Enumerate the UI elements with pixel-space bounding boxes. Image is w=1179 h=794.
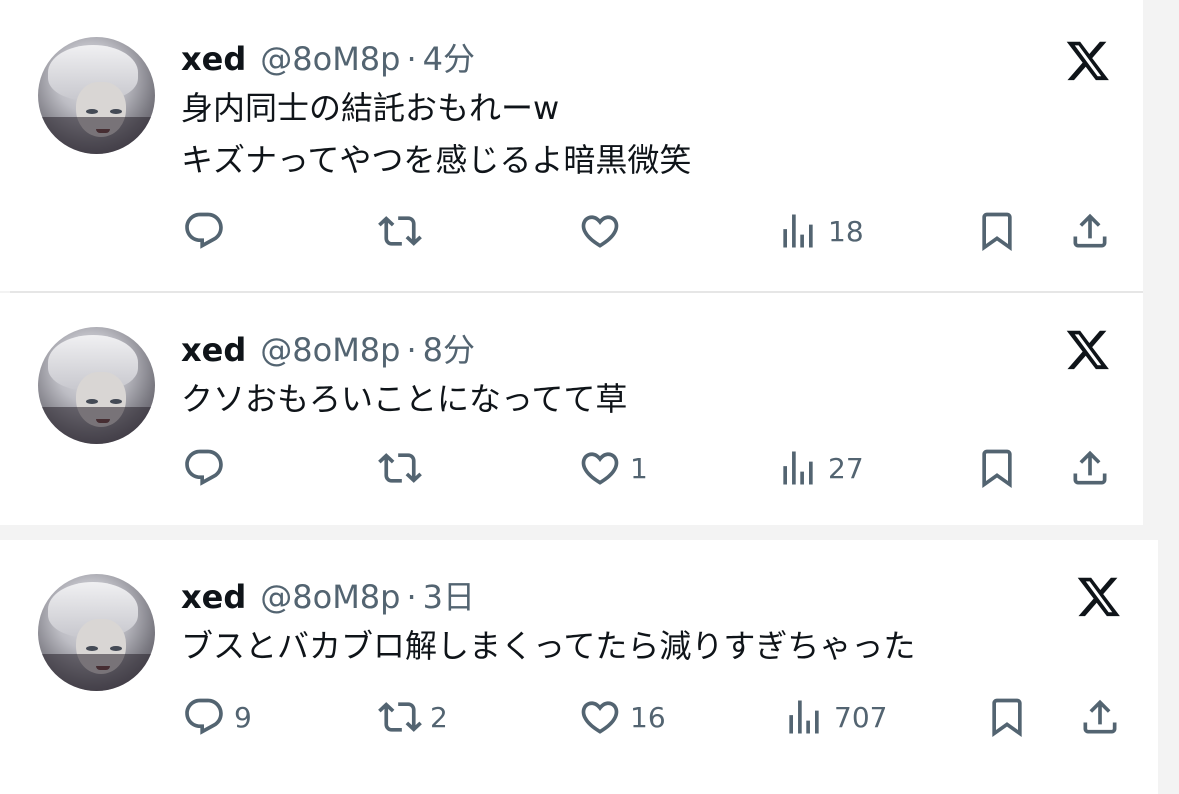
heart-icon <box>581 701 619 734</box>
retweet-icon <box>378 216 422 246</box>
bookmark-icon <box>982 212 1012 252</box>
separator-dot: · <box>406 40 417 78</box>
retweet-icon <box>378 453 422 483</box>
x-logo-icon <box>1066 41 1109 81</box>
reply-count: 9 <box>234 700 252 734</box>
tweet-header: xed @8oM8p · 8分 <box>181 325 475 369</box>
timestamp[interactable]: 3日 <box>423 572 475 618</box>
like-count: 1 <box>630 451 648 485</box>
display-name[interactable]: xed <box>181 331 246 369</box>
views-bar-chart-icon <box>783 451 813 485</box>
retweet-button[interactable]: 2 <box>378 692 448 742</box>
user-handle[interactable]: @8oM8p <box>260 40 400 78</box>
tweet-header: xed @8oM8p · 3日 <box>181 572 475 616</box>
tweet-3[interactable]: xed @8oM8p · 3日 ブスとバカブロ解しまくってたら減りすぎちゃった … <box>0 540 1158 794</box>
like-button[interactable] <box>578 206 630 256</box>
tweet-1[interactable]: xed @8oM8p · 4分 身内同士の結託おもれーw キズナってやつを感じる… <box>0 0 1143 291</box>
avatar[interactable] <box>38 327 155 444</box>
bookmark-button[interactable] <box>975 443 1019 493</box>
display-name[interactable]: xed <box>181 578 246 616</box>
views-button[interactable]: 18 <box>776 206 864 256</box>
share-button[interactable] <box>1078 692 1122 742</box>
retweet-button[interactable] <box>378 443 430 493</box>
separator-dot: · <box>406 331 417 369</box>
views-button[interactable]: 27 <box>776 443 864 493</box>
view-count: 707 <box>834 700 888 734</box>
display-name[interactable]: xed <box>181 40 246 78</box>
reply-button[interactable] <box>182 443 234 493</box>
x-logo-icon <box>1066 330 1109 370</box>
retweet-count: 2 <box>430 700 448 734</box>
reply-button[interactable] <box>182 206 234 256</box>
views-bar-chart-icon <box>783 214 813 248</box>
share-button[interactable] <box>1068 443 1112 493</box>
view-count: 27 <box>828 451 864 485</box>
share-icon <box>1073 213 1107 248</box>
separator-dot: · <box>406 578 417 616</box>
timestamp[interactable]: 8分 <box>423 325 475 371</box>
bookmark-icon <box>992 698 1022 738</box>
reply-button[interactable]: 9 <box>182 692 252 742</box>
action-bar: 18 <box>0 206 1143 256</box>
action-bar: 9 2 16 707 <box>0 692 1143 742</box>
heart-icon <box>581 215 619 248</box>
tweet-header: xed @8oM8p · 4分 <box>181 34 475 78</box>
bookmark-button[interactable] <box>975 206 1019 256</box>
bookmark-button[interactable] <box>985 692 1029 742</box>
x-logo-icon <box>1077 577 1120 617</box>
user-handle[interactable]: @8oM8p <box>260 331 400 369</box>
reply-icon <box>185 449 223 486</box>
tweet-feed: xed @8oM8p · 4分 身内同士の結託おもれーw キズナってやつを感じる… <box>0 0 1179 794</box>
share-icon <box>1073 450 1107 485</box>
views-bar-chart-icon <box>789 700 819 734</box>
timestamp[interactable]: 4分 <box>423 34 475 80</box>
view-count: 18 <box>828 214 864 248</box>
action-bar: 1 27 <box>0 443 1143 493</box>
like-button[interactable]: 16 <box>578 692 666 742</box>
tweet-text: 身内同士の結託おもれーw キズナってやつを感じるよ暗黒微笑 <box>181 89 692 179</box>
reply-icon <box>185 212 223 249</box>
user-handle[interactable]: @8oM8p <box>260 578 400 616</box>
share-icon <box>1083 699 1117 734</box>
retweet-icon <box>378 702 422 732</box>
share-button[interactable] <box>1068 206 1112 256</box>
avatar[interactable] <box>38 37 155 154</box>
heart-icon <box>581 452 619 485</box>
tweet-2[interactable]: xed @8oM8p · 8分 クソおもろいことになってて草 1 27 <box>0 293 1143 525</box>
tweet-text: クソおもろいことになってて草 <box>181 380 628 418</box>
bookmark-icon <box>982 449 1012 489</box>
reply-icon <box>185 698 223 735</box>
avatar[interactable] <box>38 574 155 691</box>
views-button[interactable]: 707 <box>782 692 887 742</box>
retweet-button[interactable] <box>378 206 430 256</box>
like-button[interactable]: 1 <box>578 443 648 493</box>
like-count: 16 <box>630 700 666 734</box>
tweet-text: ブスとバカブロ解しまくってたら減りすぎちゃった <box>181 627 916 665</box>
